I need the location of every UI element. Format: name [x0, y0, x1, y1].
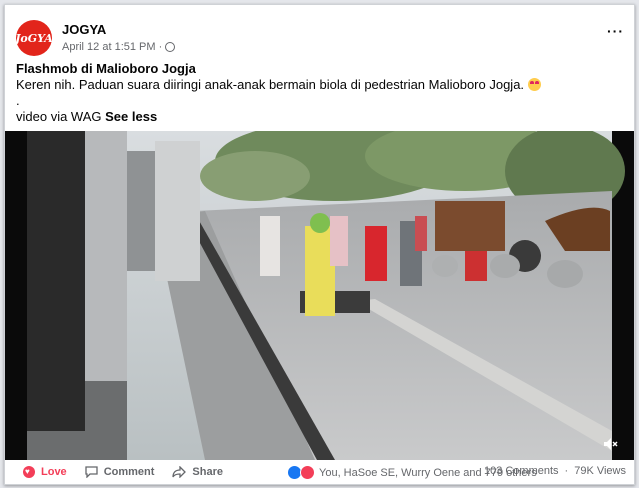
- post-counts: 103 Comments · 79K Views: [484, 465, 626, 477]
- see-less-link[interactable]: See less: [105, 109, 157, 124]
- share-button[interactable]: Share: [172, 466, 223, 478]
- love-label: Love: [41, 466, 67, 478]
- count-separator: ·: [564, 465, 569, 477]
- post-card: JoGYA JOGYA April 12 at 1:51 PM · ··· Fl…: [4, 4, 635, 485]
- post-body-line: Keren nih. Paduan suara diiringi anak-an…: [16, 77, 616, 93]
- post-title: Flashmob di Malioboro Jogja: [16, 61, 196, 76]
- video-player[interactable]: [5, 131, 634, 460]
- heart-eyes-emoji-icon: [527, 78, 541, 91]
- views-count: 79K Views: [574, 465, 626, 477]
- love-reaction-icon: [23, 466, 35, 478]
- more-options-button[interactable]: ···: [607, 23, 624, 39]
- globe-icon: [165, 42, 176, 52]
- comment-label: Comment: [103, 466, 155, 478]
- share-label: Share: [192, 466, 223, 478]
- post-dot-line: .: [16, 93, 20, 108]
- share-icon: [172, 466, 187, 478]
- volume-mute-icon[interactable]: [604, 438, 618, 450]
- post-timestamp[interactable]: April 12 at 1:51 PM: [62, 41, 156, 53]
- post-body: Keren nih. Paduan suara diiringi anak-an…: [16, 77, 525, 92]
- post-credit-line: video via WAG See less: [16, 109, 616, 125]
- comments-count-link[interactable]: 103 Comments: [484, 465, 559, 477]
- post-meta: April 12 at 1:51 PM ·: [62, 41, 176, 53]
- post-text: Flashmob di Malioboro Jogja Keren nih. P…: [16, 61, 616, 125]
- comment-button[interactable]: Comment: [85, 466, 155, 478]
- video-frame: [5, 131, 634, 460]
- love-reaction-badge-icon: [300, 465, 315, 480]
- post-footer: Love Comment Share You, HaSoe SE, Wurry …: [5, 460, 634, 484]
- comment-icon: [85, 466, 98, 478]
- post-header: JoGYA JOGYA April 12 at 1:51 PM · ···: [5, 5, 634, 57]
- video-credit: video via WAG: [16, 109, 102, 124]
- love-button[interactable]: Love: [23, 466, 67, 478]
- meta-separator: ·: [158, 41, 163, 53]
- page-name-link[interactable]: JOGYA: [62, 22, 106, 37]
- avatar-logo-text: JoGYA: [15, 31, 53, 45]
- page-avatar[interactable]: JoGYA: [15, 20, 53, 56]
